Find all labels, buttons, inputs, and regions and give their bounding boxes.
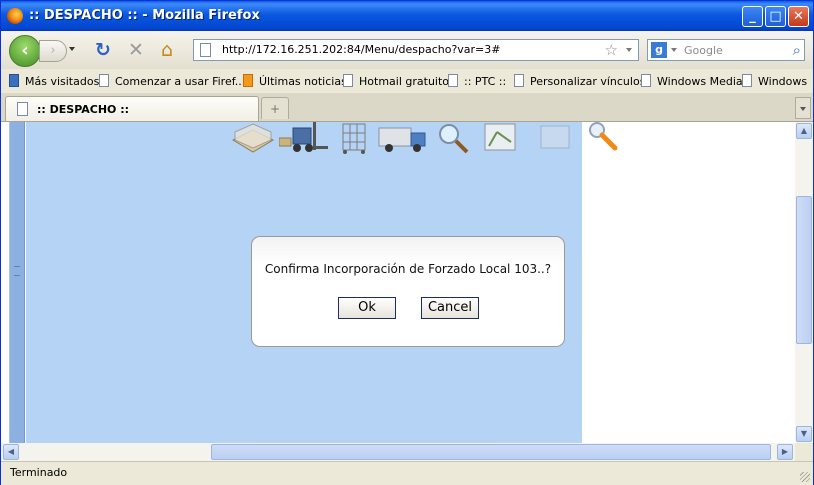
bookmark-latest-news[interactable]: Últimas noticias — [243, 74, 347, 90]
truck-icon[interactable] — [377, 122, 429, 154]
tab-despacho[interactable]: :: DESPACHO :: — [5, 96, 259, 121]
magnifier-icon[interactable] — [435, 122, 475, 154]
page-icon — [742, 74, 752, 87]
horizontal-scrollbar[interactable]: ◀ ▶ — [1, 443, 795, 461]
url-dropdown-icon[interactable] — [626, 48, 632, 52]
bookmark-label: Más visitados — [25, 75, 100, 88]
tab-label: :: DESPACHO :: — [37, 103, 130, 116]
bookmark-label: Windows — [758, 75, 808, 88]
confirm-dialog: Confirma Incorporación de Forzado Local … — [251, 236, 565, 347]
navigation-toolbar: ‹ › ↻ ✕ ⌂ http://172.16.251.202:84/Menu/… — [1, 31, 813, 70]
chart-board-icon[interactable] — [481, 122, 521, 154]
page-icon — [99, 74, 109, 87]
page-icon — [514, 74, 524, 87]
splitter-grip-icon — [14, 266, 20, 276]
page-icon — [200, 43, 211, 57]
horizontal-scroll-thumb[interactable] — [211, 444, 771, 460]
back-button[interactable]: ‹ — [9, 35, 41, 67]
scroll-corner — [795, 443, 813, 461]
firefox-icon — [7, 8, 23, 24]
bookmark-star-icon[interactable]: ☆ — [605, 41, 618, 59]
bookmark-customize-links[interactable]: Personalizar vínculos — [514, 74, 645, 90]
bookmark-windows-media[interactable]: Windows Media — [641, 74, 743, 90]
bookmark-windows[interactable]: Windows — [742, 74, 807, 90]
document-icon[interactable] — [537, 122, 573, 154]
ok-button[interactable]: Ok — [338, 297, 396, 319]
forklift-icon[interactable] — [279, 122, 329, 154]
address-bar[interactable]: http://172.16.251.202:84/Menu/despacho?v… — [193, 39, 639, 61]
history-dropdown-icon[interactable] — [69, 47, 75, 51]
reload-icon[interactable]: ↻ — [95, 40, 111, 60]
pallet-icon[interactable] — [231, 122, 275, 154]
resize-grip-icon[interactable] — [800, 472, 810, 482]
title-bar: :: DESPACHO :: - Mozilla Firefox _ □ ✕ — [1, 1, 813, 31]
page-icon — [641, 74, 651, 87]
status-bar: Terminado — [1, 461, 813, 485]
menu-icons-strip — [231, 122, 591, 156]
search-magnifier-icon[interactable] — [585, 122, 621, 152]
url-text[interactable]: http://172.16.251.202:84/Menu/despacho?v… — [222, 43, 501, 56]
bookmarks-toolbar: Más visitados Comenzar a usar Firef... Ú… — [1, 69, 813, 94]
bookmark-ptc[interactable]: :: PTC :: — [448, 74, 506, 90]
bookmark-label: Últimas noticias — [259, 75, 347, 88]
search-engine-dropdown-icon[interactable] — [671, 48, 677, 52]
page-icon — [343, 74, 353, 87]
rss-icon — [243, 74, 253, 87]
browser-window: :: DESPACHO :: - Mozilla Firefox _ □ ✕ ‹… — [0, 0, 814, 485]
bookmark-label: :: PTC :: — [464, 75, 507, 88]
page-icon — [17, 102, 28, 116]
cage-cart-icon[interactable] — [337, 122, 371, 154]
cancel-button[interactable]: Cancel — [421, 297, 479, 319]
search-icon[interactable]: ⌕ — [793, 41, 801, 59]
bookmark-hotmail[interactable]: Hotmail gratuito — [343, 74, 449, 90]
vertical-scroll-thumb[interactable] — [796, 196, 812, 344]
maximize-button[interactable]: □ — [765, 6, 786, 27]
search-placeholder[interactable]: Google — [684, 44, 723, 57]
window-title: :: DESPACHO :: - Mozilla Firefox — [29, 8, 260, 23]
scroll-right-icon[interactable]: ▶ — [777, 444, 793, 460]
minimize-button[interactable]: _ — [742, 6, 763, 27]
bookmark-label: Personalizar vínculos — [530, 75, 646, 88]
left-frame-splitter[interactable] — [9, 122, 25, 443]
home-icon[interactable]: ⌂ — [161, 40, 173, 60]
list-all-tabs-button[interactable] — [795, 97, 811, 119]
search-engine-icon[interactable]: g — [651, 42, 667, 58]
scroll-down-icon[interactable]: ▼ — [796, 426, 812, 442]
new-tab-button[interactable]: + — [261, 97, 289, 119]
bookmark-getting-started[interactable]: Comenzar a usar Firef... — [99, 74, 245, 90]
page-content: Confirma Incorporación de Forzado Local … — [1, 122, 795, 443]
bookmark-label: Hotmail gratuito — [359, 75, 450, 88]
forward-button[interactable]: › — [39, 40, 67, 62]
scroll-up-icon[interactable]: ▲ — [796, 123, 812, 139]
bookmark-most-visited[interactable]: Más visitados — [9, 74, 99, 90]
scroll-left-icon[interactable]: ◀ — [3, 444, 19, 460]
status-text: Terminado — [10, 466, 68, 479]
stop-icon[interactable]: ✕ — [128, 40, 144, 60]
most-visited-icon — [9, 74, 19, 87]
bookmark-label: Windows Media — [657, 75, 743, 88]
bookmark-label: Comenzar a usar Firef... — [115, 75, 246, 88]
tab-bar: :: DESPACHO :: + — [1, 93, 813, 122]
vertical-scrollbar[interactable]: ▲ ▼ — [795, 122, 813, 443]
dialog-message: Confirma Incorporación de Forzado Local … — [264, 262, 552, 276]
close-button[interactable]: ✕ — [788, 6, 809, 27]
page-icon — [448, 74, 458, 87]
search-bar[interactable]: g Google ⌕ — [647, 39, 805, 61]
